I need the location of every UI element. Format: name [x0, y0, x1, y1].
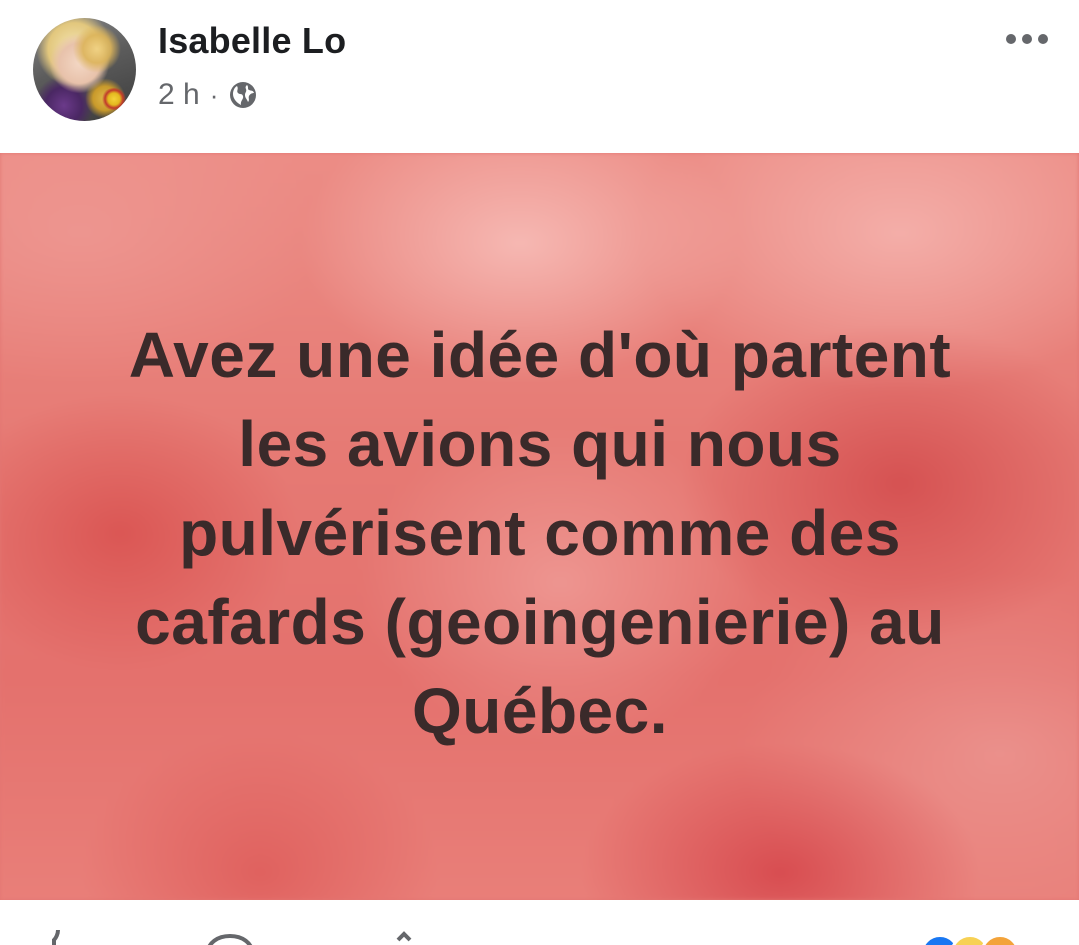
- like-icon[interactable]: [40, 930, 80, 945]
- post-text-line: pulvérisent comme des: [179, 496, 901, 569]
- author-avatar[interactable]: [33, 18, 136, 121]
- post-text: Avez une idée d'où partent les avions qu…: [40, 313, 1040, 753]
- share-icon[interactable]: [390, 930, 430, 945]
- post-timestamp[interactable]: 2 h: [158, 78, 200, 112]
- post-background-card[interactable]: Avez une idée d'où partent les avions qu…: [0, 153, 1079, 900]
- comment-icon[interactable]: [200, 930, 260, 945]
- post-text-line: Avez une idée d'où partent: [128, 318, 952, 391]
- action-bar: [0, 900, 1079, 945]
- facebook-post: Isabelle Lo 2 h · Avez une idée d'où par…: [0, 0, 1079, 945]
- meta-separator: ·: [209, 79, 219, 110]
- more-options-button[interactable]: [992, 20, 1062, 58]
- author-name[interactable]: Isabelle Lo: [158, 20, 346, 62]
- post-text-line: Québec.: [411, 674, 669, 747]
- globe-icon[interactable]: [228, 80, 258, 110]
- avatar-flower-detail: [101, 88, 127, 110]
- post-text-line: cafards (geoingenierie) au: [135, 585, 945, 658]
- post-text-line: les avions qui nous: [238, 407, 842, 480]
- more-dots-icon: [1006, 34, 1048, 44]
- love-reaction-icon: [980, 934, 1020, 945]
- reaction-summary[interactable]: [920, 934, 1020, 945]
- post-header: Isabelle Lo 2 h ·: [0, 0, 1079, 152]
- post-meta: 2 h ·: [158, 76, 258, 114]
